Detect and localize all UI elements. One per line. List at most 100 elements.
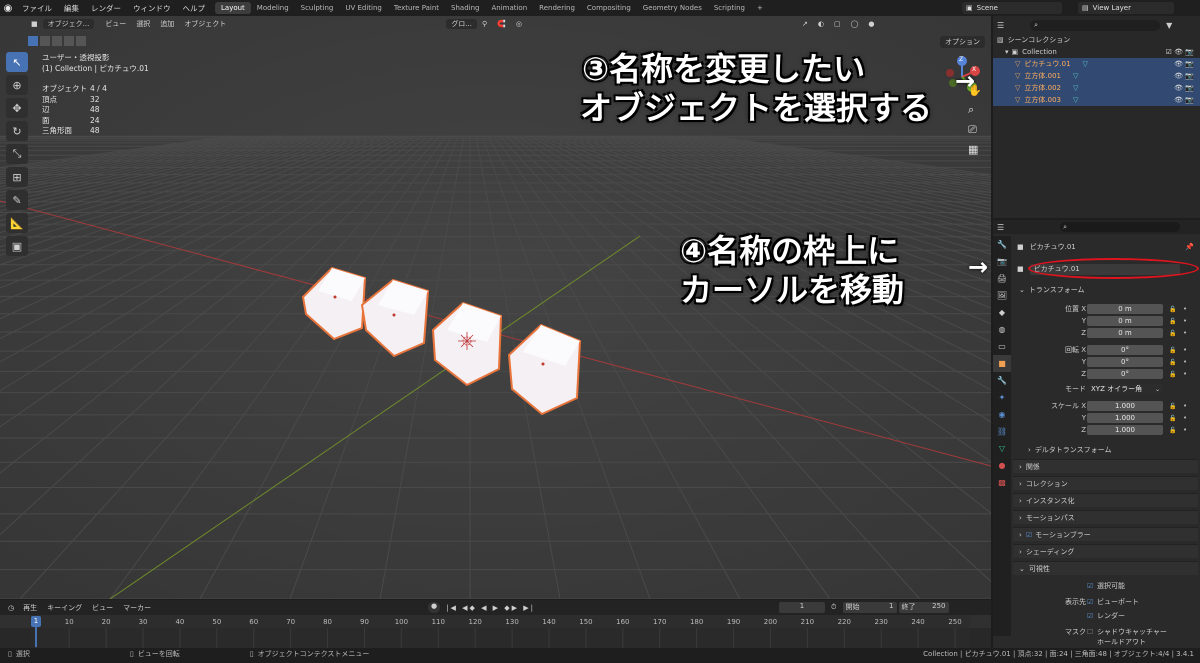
record-button-icon[interactable]: ● [428, 602, 441, 613]
playback-controls-icon[interactable]: |◀ ◀◆ ◀ ▶ ◆▶ ▶| [446, 604, 535, 612]
tab-uv-editing[interactable]: UV Editing [339, 2, 388, 14]
menu-object[interactable]: オブジェクト [179, 19, 231, 29]
location-y-field[interactable]: 0 m [1087, 316, 1163, 326]
location-x-field[interactable]: 0 m [1087, 304, 1163, 314]
keying-menu[interactable]: キーイング [42, 603, 87, 613]
location-z-field[interactable]: 0 m [1087, 328, 1163, 338]
outliner-collection-row[interactable]: ▾ ▣ Collection ☑ 👁 📷 [993, 46, 1200, 58]
start-frame-field[interactable]: 開始 1 [842, 602, 897, 613]
tab-texture-paint[interactable]: Texture Paint [388, 2, 445, 14]
playhead-line[interactable] [35, 627, 37, 647]
outliner-display-mode-icon[interactable]: ☰ [997, 21, 1004, 30]
mode-icon[interactable]: ■ [26, 20, 43, 28]
outliner-item-row[interactable]: ▽ 立方体.001 ▽ 👁 📷 [993, 70, 1200, 82]
tab-compositing[interactable]: Compositing [581, 2, 637, 14]
texture-tab-icon[interactable]: ▩ [993, 474, 1011, 491]
transform-section-header[interactable]: ⌄ トランスフォーム [1013, 283, 1198, 297]
instancing-section-header[interactable]: › インスタンス化 [1013, 493, 1198, 507]
select-invert-icon[interactable] [64, 36, 74, 46]
outliner-item-row[interactable]: ▽ 立方体.002 ▽ 👁 📷 [993, 82, 1200, 94]
render-tab-icon[interactable]: 📷 [993, 253, 1011, 270]
lock-icon[interactable]: 🔓 [1169, 415, 1176, 422]
end-frame-field[interactable]: 終了 250 [898, 602, 949, 613]
menu-help[interactable]: ヘルプ [177, 3, 212, 14]
selectable-checkbox[interactable]: ☑ [1087, 582, 1093, 590]
relations-section-header[interactable]: › 関係 [1013, 459, 1198, 473]
viewport-checkbox[interactable]: ☑ [1087, 598, 1093, 606]
render-checkbox[interactable]: ☑ [1087, 612, 1093, 620]
transform-orientation-selector[interactable]: グロ... [446, 19, 477, 29]
tab-animation[interactable]: Animation [485, 2, 533, 14]
stopwatch-icon[interactable]: ⏱ [831, 603, 836, 612]
keyframe-dot-icon[interactable]: • [1183, 370, 1187, 378]
proportional-edit-icon[interactable]: ◎ [511, 20, 527, 28]
tab-scripting[interactable]: Scripting [708, 2, 751, 14]
eye-icon[interactable]: 👁 📷 [1174, 84, 1194, 92]
motion-blur-section-header[interactable]: › ☑ モーションブラー [1013, 527, 1198, 541]
menu-file[interactable]: ファイル [16, 3, 58, 14]
tab-rendering[interactable]: Rendering [533, 2, 581, 14]
modifier-tab-icon[interactable]: 🔧 [993, 372, 1011, 389]
xray-icon[interactable]: ▢ [829, 20, 846, 28]
eye-icon[interactable]: 👁 📷 [1174, 72, 1194, 80]
rotation-x-field[interactable]: 0° [1087, 345, 1163, 355]
keyframe-dot-icon[interactable]: • [1183, 426, 1187, 434]
data-tab-icon[interactable]: ▽ [993, 440, 1011, 457]
keyframe-dot-icon[interactable]: • [1183, 305, 1187, 313]
output-tab-icon[interactable]: 🖨 [993, 270, 1011, 287]
motion-paths-section-header[interactable]: › モーションパス [1013, 510, 1198, 524]
shading-section-header[interactable]: › シェーディング [1013, 544, 1198, 558]
menu-add[interactable]: 追加 [155, 19, 179, 29]
select-extend-icon[interactable] [40, 36, 50, 46]
lock-icon[interactable]: 🔓 [1169, 318, 1176, 325]
shading-wire-icon[interactable]: ◯ [846, 20, 864, 28]
tab-shading[interactable]: Shading [445, 2, 485, 14]
eye-icon[interactable]: 👁 📷 [1174, 96, 1194, 104]
lock-icon[interactable]: 🔓 [1169, 330, 1176, 337]
world-tab-icon[interactable]: ◍ [993, 321, 1011, 338]
measure-tool-icon[interactable]: 📐 [6, 213, 28, 233]
select-box-tool-icon[interactable]: ↖ [6, 52, 28, 72]
menu-window[interactable]: ウィンドウ [127, 3, 177, 14]
object-tab-icon[interactable]: ■ [993, 355, 1011, 372]
rotation-y-field[interactable]: 0° [1087, 357, 1163, 367]
menu-view[interactable]: ビュー [100, 19, 131, 29]
lock-icon[interactable]: 🔓 [1169, 347, 1176, 354]
add-workspace-button[interactable]: + [751, 2, 769, 14]
keyframe-dot-icon[interactable]: • [1183, 346, 1187, 354]
blender-logo-icon[interactable]: ◉ [0, 0, 16, 16]
marker-menu[interactable]: マーカー [118, 603, 156, 613]
checkbox-icon[interactable]: ☑ [1026, 531, 1032, 539]
scale-z-field[interactable]: 1.000 [1087, 425, 1163, 435]
delta-transform-header[interactable]: › デルタトランスフォーム [1022, 443, 1198, 457]
scale-tool-icon[interactable]: ⤡ [6, 144, 28, 164]
perspective-grid-icon[interactable]: ▦ [968, 143, 982, 156]
scene-tab-icon[interactable]: ◆ [993, 304, 1011, 321]
view-layer-tab-icon[interactable]: 🖼 [993, 287, 1011, 304]
current-frame-field[interactable]: 1 [779, 602, 826, 613]
physics-tab-icon[interactable]: ◉ [993, 406, 1011, 423]
outliner-search-input[interactable]: ⌕ [1030, 19, 1161, 31]
eye-icon[interactable]: 👁 📷 [1174, 60, 1194, 68]
menu-render[interactable]: レンダー [85, 3, 127, 14]
menu-edit[interactable]: 編集 [58, 3, 85, 14]
lock-icon[interactable]: 🔓 [1169, 371, 1176, 378]
tab-sculpting[interactable]: Sculpting [295, 2, 340, 14]
camera-icon[interactable]: ⎚ [968, 123, 982, 137]
snap-icon[interactable]: 🧲 [492, 20, 511, 28]
tab-modeling[interactable]: Modeling [251, 2, 295, 14]
keyframe-dot-icon[interactable]: • [1183, 402, 1187, 410]
properties-search-input[interactable]: ⌕ [1060, 222, 1181, 232]
shadow-catcher-checkbox[interactable]: ☐ [1087, 628, 1093, 636]
scene-selector[interactable]: ▣ Scene [962, 2, 1062, 14]
shading-solid-icon[interactable]: ● [863, 20, 879, 28]
pin-icon[interactable]: 📌 [1185, 243, 1194, 251]
menu-select[interactable]: 選択 [131, 19, 155, 29]
lock-icon[interactable]: 🔓 [1169, 306, 1176, 313]
properties-editor-icon[interactable]: ☰ [997, 223, 1004, 232]
particles-tab-icon[interactable]: ✦ [993, 389, 1011, 406]
filter-icon[interactable]: ▼ [1166, 21, 1172, 30]
rotation-mode-select[interactable]: XYZ オイラー角 [1087, 384, 1163, 394]
mode-selector[interactable]: オブジェク... [42, 19, 95, 29]
lock-icon[interactable]: 🔓 [1169, 427, 1176, 434]
